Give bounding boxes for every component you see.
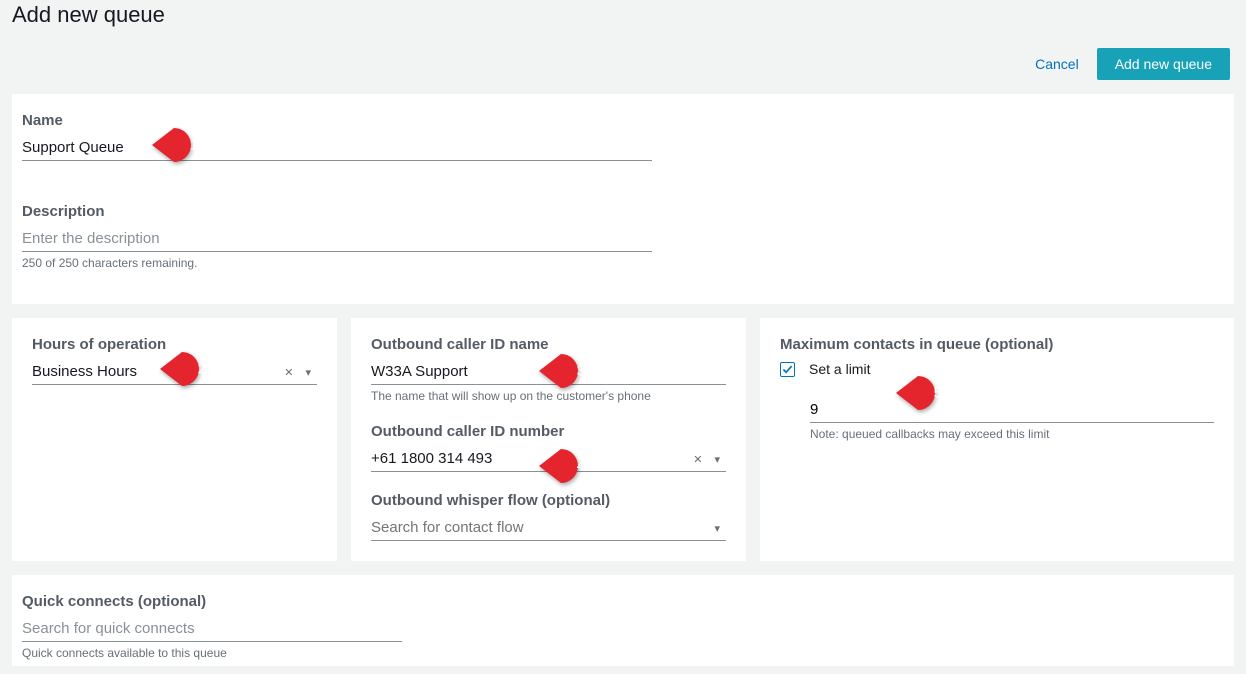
limit-input[interactable] <box>810 397 1214 423</box>
outbound-card: Outbound caller ID name The name that wi… <box>351 318 746 561</box>
outbound-id-number-label: Outbound caller ID number <box>371 423 726 440</box>
set-limit-label: Set a limit <box>809 361 870 377</box>
outbound-id-number-input[interactable] <box>371 446 687 471</box>
whisper-flow-label: Outbound whisper flow (optional) <box>371 492 726 509</box>
chevron-down-icon[interactable] <box>708 452 726 466</box>
description-label: Description <box>22 203 1224 220</box>
clear-icon[interactable] <box>687 452 708 466</box>
check-icon <box>782 364 793 375</box>
chevron-down-icon[interactable] <box>708 521 726 535</box>
description-input[interactable] <box>22 226 652 252</box>
outbound-id-name-label: Outbound caller ID name <box>371 336 726 353</box>
name-input[interactable] <box>22 135 652 161</box>
settings-row: Hours of operation 2 Outbound caller ID … <box>12 318 1234 561</box>
whisper-flow-input[interactable] <box>371 515 708 540</box>
quick-connects-search[interactable] <box>22 616 402 642</box>
clear-icon[interactable] <box>278 365 299 379</box>
max-contacts-card: Maximum contacts in queue (optional) Set… <box>760 318 1234 561</box>
outbound-id-name-input[interactable] <box>371 359 726 385</box>
hours-input[interactable] <box>32 359 278 384</box>
page-title: Add new queue <box>0 0 1246 38</box>
add-new-queue-button[interactable]: Add new queue <box>1097 48 1230 80</box>
quick-connects-card: Quick connects (optional) Quick connects… <box>12 575 1234 666</box>
quick-connects-helper: Quick connects available to this queue <box>22 646 1224 660</box>
quick-connects-title: Quick connects (optional) <box>22 593 1224 610</box>
description-helper: 250 of 250 characters remaining. <box>22 256 1224 270</box>
outbound-id-name-helper: The name that will show up on the custom… <box>371 389 726 403</box>
name-label: Name <box>22 112 1224 129</box>
max-contacts-title: Maximum contacts in queue (optional) <box>780 336 1214 353</box>
set-limit-checkbox[interactable] <box>780 362 795 377</box>
general-card: Name 1 Description 250 of 250 characters… <box>12 94 1234 304</box>
whisper-flow-select[interactable] <box>371 515 726 541</box>
hours-label: Hours of operation <box>32 336 317 353</box>
cancel-button[interactable]: Cancel <box>1035 56 1079 72</box>
hours-card: Hours of operation 2 <box>12 318 337 561</box>
limit-note: Note: queued callbacks may exceed this l… <box>810 427 1214 441</box>
hours-select[interactable] <box>32 359 317 385</box>
action-bar: Cancel Add new queue <box>0 38 1246 94</box>
outbound-id-number-select[interactable] <box>371 446 726 472</box>
chevron-down-icon[interactable] <box>299 365 317 379</box>
